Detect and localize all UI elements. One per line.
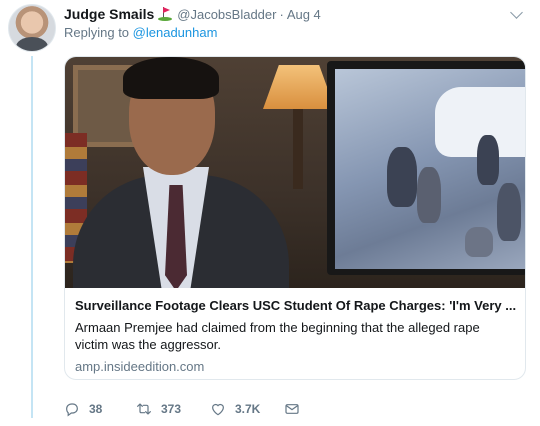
like-button[interactable]: 3.7K [210,401,284,417]
golf-flag-icon [158,7,173,21]
chevron-down-icon[interactable] [510,6,523,19]
envelope-icon [285,404,299,414]
display-name[interactable]: Judge Smails [64,6,154,22]
retweet-count: 373 [161,402,182,416]
thread-line [31,56,33,418]
reply-context: Replying to @lenadunham [64,25,217,40]
tweet-actions: 38 373 3.7K [64,400,309,418]
reply-count: 38 [89,402,103,416]
reply-button[interactable]: 38 [64,401,136,417]
card-image[interactable] [65,57,525,288]
reply-to-link[interactable]: @lenadunham [133,25,218,40]
card-title[interactable]: Surveillance Footage Clears USC Student … [75,297,516,315]
reply-icon [66,403,78,417]
retweet-button[interactable]: 373 [136,401,210,417]
like-count: 3.7K [235,402,261,416]
tweet-timestamp[interactable]: Aug 4 [287,7,321,22]
card-description: Armaan Premjee had claimed from the begi… [75,320,480,352]
user-handle[interactable]: @JacobsBladder [177,7,276,22]
heart-icon [212,403,224,416]
retweet-icon [137,403,151,415]
separator-dot: · [279,6,284,22]
tweet-header: Judge Smails @JacobsBladder · Aug 4 [64,5,321,23]
reply-prefix: Replying to [64,25,130,40]
link-card[interactable]: Surveillance Footage Clears USC Student … [64,56,526,380]
avatar[interactable] [8,4,56,52]
card-domain: amp.insideedition.com [75,359,205,374]
direct-message-button[interactable] [284,401,309,417]
